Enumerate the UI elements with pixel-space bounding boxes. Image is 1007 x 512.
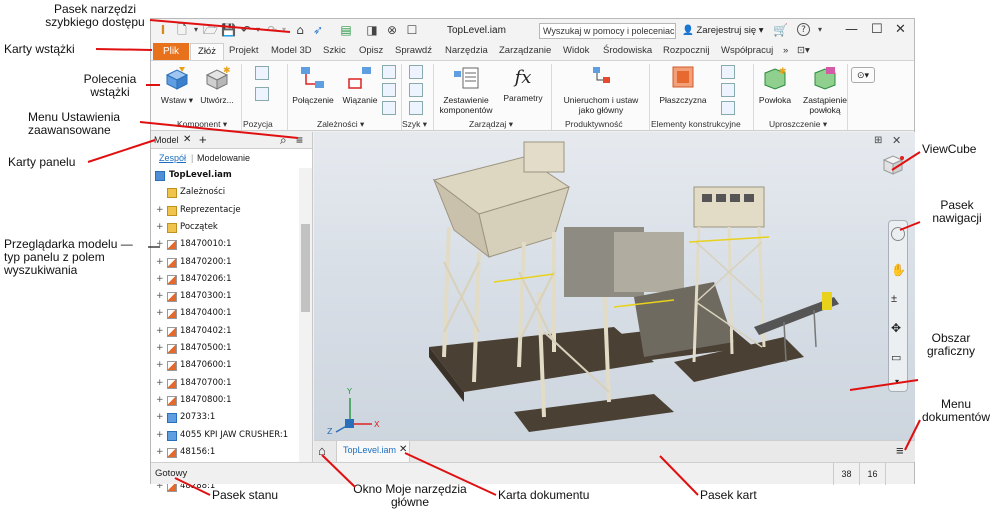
callout-my-home xyxy=(321,454,356,488)
callout-qat xyxy=(149,19,291,33)
callout-graphics xyxy=(849,379,919,391)
callout-ribbon-tabs xyxy=(95,48,153,51)
callout-tab-bar xyxy=(659,455,699,496)
callout-doc-menu xyxy=(904,419,921,451)
callout-viewcube xyxy=(891,151,921,171)
callout-navbar xyxy=(899,221,921,231)
callout-status-bar xyxy=(174,477,211,496)
callout-doc-tab xyxy=(404,452,497,496)
callout-panel-tabs xyxy=(87,139,156,163)
callout-lines xyxy=(87,19,921,496)
callout-advanced-menu xyxy=(139,121,299,139)
